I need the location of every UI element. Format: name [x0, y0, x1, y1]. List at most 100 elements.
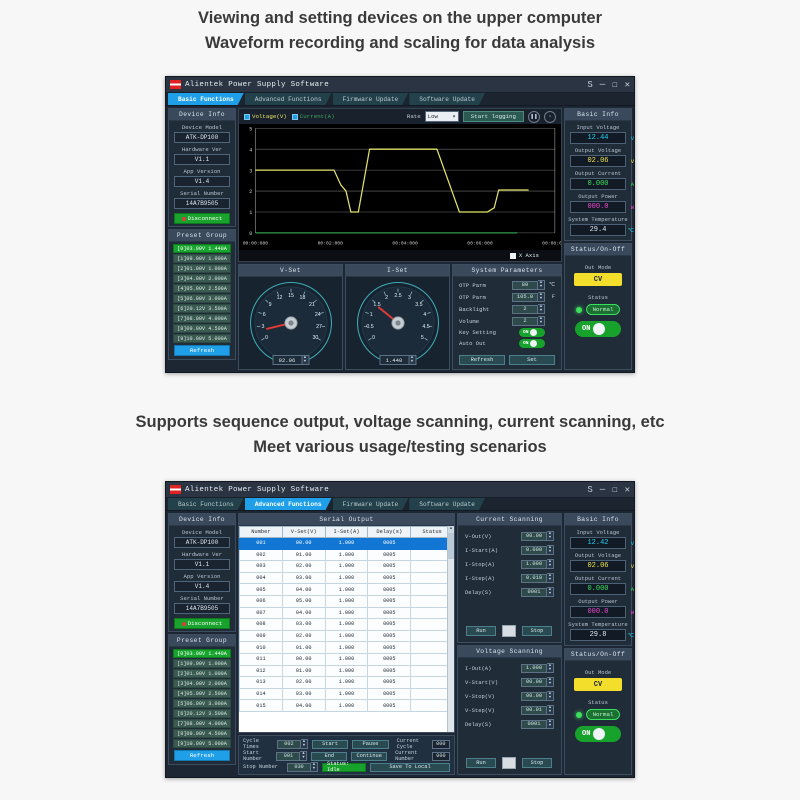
i-set-spinner[interactable]: 1.440 ▲ ▼	[379, 355, 416, 365]
maximize-icon[interactable]: ☐	[612, 80, 617, 90]
preset-item-4[interactable]: [4]05.00V 2.500A	[173, 689, 231, 698]
preset-item-6[interactable]: [6]20.12V 3.500A	[173, 304, 231, 313]
table-row[interactable]: 004 03.00 1.000 0005	[239, 571, 454, 585]
table-row[interactable]: 002 01.00 1.000 0005	[239, 548, 454, 562]
minimize-icon[interactable]: ─	[600, 80, 605, 90]
cs-istart-stepper[interactable]: ▲ ▼	[547, 545, 554, 555]
tab-basic-functions[interactable]: Basic Functions	[168, 498, 244, 510]
cs-istep-stepper[interactable]: ▲ ▼	[547, 573, 554, 583]
cs-istop-spinner[interactable]: 1.000 ▲ ▼	[521, 559, 554, 569]
cs-istop-stepper[interactable]: ▲ ▼	[547, 559, 554, 569]
cs-istart-spinner[interactable]: 0.000 ▲ ▼	[521, 545, 554, 555]
close-icon[interactable]: ✕	[625, 485, 630, 495]
cs-run-button[interactable]: Run	[466, 626, 496, 636]
vs-stop-button[interactable]: Stop	[522, 758, 552, 768]
disconnect-button[interactable]: Disconnect	[174, 213, 230, 224]
start-logging-button[interactable]: Start logging	[462, 111, 524, 122]
maximize-icon[interactable]: ☐	[612, 485, 617, 495]
backlight-stepper[interactable]: ▲ ▼	[538, 304, 545, 314]
help-icon[interactable]: S	[587, 485, 592, 495]
cycle-times-stepper[interactable]: ▲ ▼	[300, 739, 308, 749]
auto-out-toggle[interactable]: ON	[519, 339, 545, 348]
preset-item-8[interactable]: [8]09.00V 4.500A	[173, 324, 231, 333]
vs-iout-stepper[interactable]: ▲ ▼	[547, 663, 554, 673]
close-icon[interactable]: ✕	[625, 80, 630, 90]
scroll-up-icon[interactable]: ▲	[448, 526, 454, 533]
table-row[interactable]: 011 00.00 1.000 0005	[239, 652, 454, 666]
pause-icon[interactable]: ❚❚	[528, 110, 540, 123]
tab-advanced-functions[interactable]: Advanced Functions	[245, 498, 332, 510]
preset-item-5[interactable]: [5]06.00V 3.000A	[173, 699, 231, 708]
vs-vstop-stepper[interactable]: ▲ ▼	[547, 691, 554, 701]
preset-item-7[interactable]: [7]08.00V 4.000A	[173, 719, 231, 728]
preset-item-9[interactable]: [9]10.00V 5.000A	[173, 739, 231, 748]
table-row[interactable]: 009 02.00 1.000 0005	[239, 629, 454, 643]
tab-software-update[interactable]: Software Update	[409, 93, 485, 105]
vs-delay-stepper[interactable]: ▲ ▼	[547, 719, 554, 729]
table-row[interactable]: 006 05.00 1.000 0005	[239, 594, 454, 608]
preset-item-0[interactable]: [0]03.00V 1.440A	[173, 649, 231, 658]
tab-software-update[interactable]: Software Update	[409, 498, 485, 510]
pause-button[interactable]: Pause	[352, 739, 389, 749]
disconnect-button[interactable]: Disconnect	[174, 618, 230, 629]
minimize-icon[interactable]: ─	[600, 485, 605, 495]
vs-vstart-spinner[interactable]: 00.00 ▲ ▼	[521, 677, 554, 687]
preset-item-7[interactable]: [7]08.00V 4.000A	[173, 314, 231, 323]
preset-item-9[interactable]: [9]10.00V 5.000A	[173, 334, 231, 343]
tab-basic-functions[interactable]: Basic Functions	[168, 93, 244, 105]
tab-firmware-update[interactable]: Firmware Update	[333, 93, 409, 105]
preset-item-6[interactable]: [6]20.12V 3.500A	[173, 709, 231, 718]
start-button[interactable]: Start	[311, 739, 349, 749]
i-set-stepper[interactable]: ▲ ▼	[409, 355, 416, 365]
power-toggle[interactable]: ON	[575, 726, 621, 742]
x-axis-checkbox-icon[interactable]	[509, 252, 516, 259]
preset-item-4[interactable]: [4]05.00V 2.500A	[173, 284, 231, 293]
table-row[interactable]: 014 03.00 1.000 0005	[239, 687, 454, 701]
end-button[interactable]: End	[311, 751, 348, 761]
cs-delay-stepper[interactable]: ▲ ▼	[547, 587, 554, 597]
otp-parm-f-spinner[interactable]: 105.0 ▲ ▼	[512, 292, 545, 302]
tab-firmware-update[interactable]: Firmware Update	[333, 498, 409, 510]
help-icon[interactable]: S	[587, 80, 592, 90]
cs-vout-stepper[interactable]: ▲ ▼	[547, 531, 554, 541]
vs-vstop-spinner[interactable]: 00.00 ▲ ▼	[521, 691, 554, 701]
table-row[interactable]: 012 01.00 1.000 0005	[239, 664, 454, 678]
vs-run-button[interactable]: Run	[466, 758, 496, 768]
vs-iout-spinner[interactable]: 1.000 ▲ ▼	[521, 663, 554, 673]
otp-parm-c-spinner[interactable]: 80 ▲ ▼	[512, 280, 545, 290]
preset-item-1[interactable]: [1]09.00V 1.000A	[173, 659, 231, 668]
refresh-presets-button[interactable]: Refresh	[174, 345, 230, 356]
table-row[interactable]: 010 01.00 1.000 0005	[239, 641, 454, 654]
cs-delay-spinner[interactable]: 0001 ▲ ▼	[521, 587, 554, 597]
continue-button[interactable]: Continue	[351, 751, 388, 761]
tab-advanced-functions[interactable]: Advanced Functions	[245, 93, 332, 105]
preset-item-3[interactable]: [3]04.00V 2.000A	[173, 679, 231, 688]
table-scrollbar[interactable]: ▲	[447, 526, 454, 732]
cycle-times-spinner[interactable]: 002 ▲ ▼	[276, 739, 308, 749]
save-to-local-button[interactable]: Save To Local	[370, 762, 450, 772]
vs-vstart-stepper[interactable]: ▲ ▼	[547, 677, 554, 687]
otp-parm-c-stepper[interactable]: ▲ ▼	[538, 280, 545, 290]
table-row[interactable]: 015 04.00 1.000 0005	[239, 699, 454, 712]
volume-spinner[interactable]: 2 ▲ ▼	[512, 316, 545, 326]
otp-parm-f-stepper[interactable]: ▲ ▼	[538, 292, 545, 302]
power-toggle[interactable]: ON	[575, 321, 621, 337]
vs-vstep-spinner[interactable]: 00.01 ▲ ▼	[521, 705, 554, 715]
preset-item-1[interactable]: [1]09.00V 1.000A	[173, 254, 231, 263]
preset-item-5[interactable]: [5]06.00V 3.000A	[173, 294, 231, 303]
v-set-stepper[interactable]: ▲ ▼	[302, 355, 309, 365]
voltage-series-checkbox[interactable]: Voltage(V)	[244, 113, 287, 120]
start-number-spinner[interactable]: 001 ▲ ▼	[276, 751, 308, 761]
preset-item-0[interactable]: [0]03.00V 1.440A	[173, 244, 231, 253]
table-row[interactable]: 008 03.00 1.000 0005	[239, 618, 454, 631]
preset-item-3[interactable]: [3]04.00V 2.000A	[173, 274, 231, 283]
key-setting-toggle[interactable]: ON	[519, 328, 545, 337]
sys-refresh-button[interactable]: Refresh	[459, 355, 505, 365]
table-row[interactable]: 001 00.00 1.000 0005	[239, 537, 454, 550]
cs-vout-spinner[interactable]: 00.00 ▲ ▼	[521, 531, 554, 541]
preset-item-2[interactable]: [2]01.00V 1.000A	[173, 669, 231, 678]
preset-item-2[interactable]: [2]01.00V 1.000A	[173, 264, 231, 273]
table-row[interactable]: 005 04.00 1.000 0005	[239, 583, 454, 596]
cs-stop-button[interactable]: Stop	[522, 626, 552, 636]
rate-select[interactable]: Low ▾	[424, 111, 459, 122]
